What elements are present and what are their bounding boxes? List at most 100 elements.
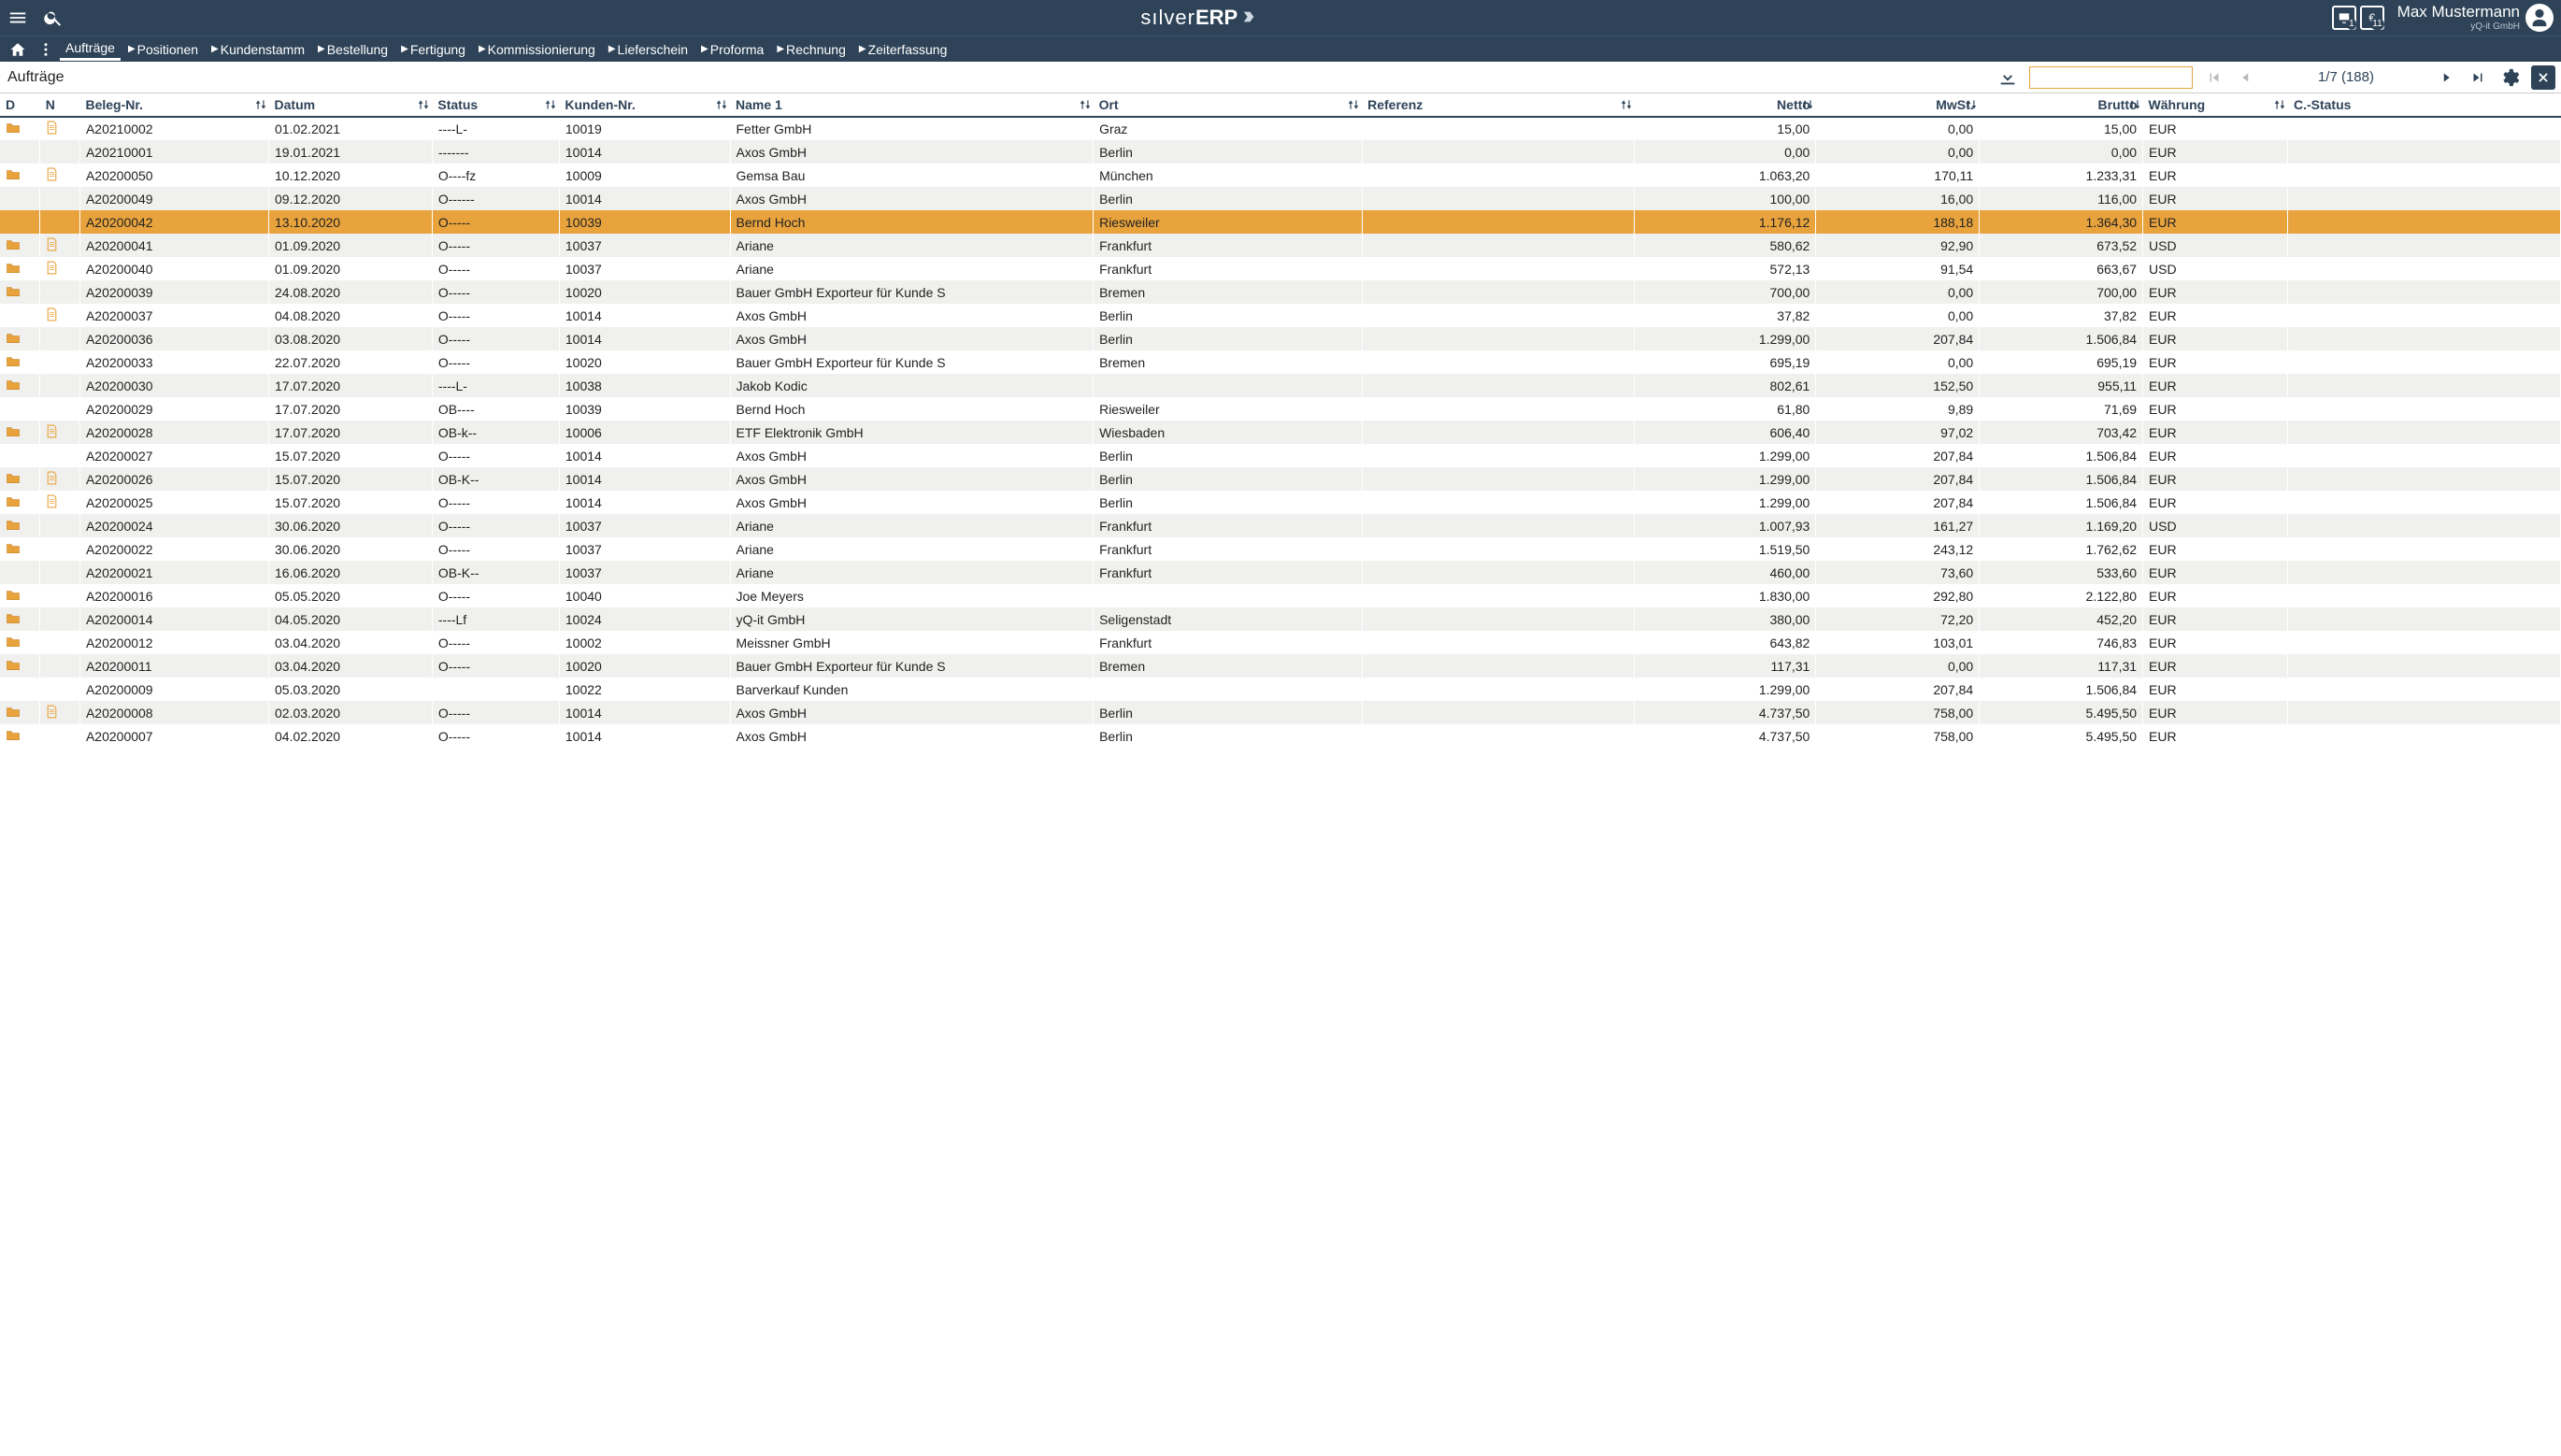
cell-d [0,304,40,327]
cell-n [40,561,80,584]
column-header-brutto[interactable]: Brutto [1980,93,2143,117]
more-vertical-icon [37,41,54,58]
breadcrumb-label: Rechnung [786,42,846,57]
table-row[interactable]: A2020000704.02.2020O-----10014Axos GmbHB… [0,724,2561,748]
column-header-beleg[interactable]: Beleg-Nr. [79,93,268,117]
table-row[interactable]: A2020001404.05.2020----Lf10024yQ-it GmbH… [0,607,2561,631]
badge-screen[interactable]: 1 [2332,6,2356,30]
cell-referenz [1362,514,1634,537]
table-row[interactable]: A2020004101.09.2020O-----10037ArianeFran… [0,234,2561,257]
search-button[interactable] [36,0,71,36]
column-header-status[interactable]: Status [432,93,559,117]
column-header-netto[interactable]: Netto [1635,93,1816,117]
cell-ort: Berlin [1094,140,1363,164]
prev-page-button[interactable] [2230,62,2262,93]
cell-brutto: 1.506,84 [1980,467,2143,491]
table-row[interactable]: A2020003924.08.2020O-----10020Bauer GmbH… [0,280,2561,304]
cell-mwst: 16,00 [1816,187,1980,210]
table-container[interactable]: DNBeleg-Nr.DatumStatusKunden-Nr.Name 1Or… [0,93,2561,1456]
breadcrumb-item[interactable]: ▶Proforma [695,39,769,60]
cell-cstatus [2288,654,2561,678]
first-page-button[interactable] [2198,62,2230,93]
table-row[interactable]: A2020004909.12.2020O------10014Axos GmbH… [0,187,2561,210]
table-row[interactable]: A2020002515.07.2020O-----10014Axos GmbHB… [0,491,2561,514]
cell-status: O----fz [432,164,559,187]
column-header-wahrung[interactable]: Währung [2143,93,2288,117]
breadcrumb-item[interactable]: ▶Kundenstamm [206,39,310,60]
table-row[interactable]: A2020002615.07.2020OB-K--10014Axos GmbHB… [0,467,2561,491]
cell-datum: 30.06.2020 [269,514,433,537]
cell-n [40,514,80,537]
table-row[interactable]: A2020003603.08.2020O-----10014Axos GmbHB… [0,327,2561,350]
sort-icon [417,98,430,111]
cell-d [0,210,40,234]
table-row[interactable]: A2020003017.07.2020----L-10038Jakob Kodi… [0,374,2561,397]
table-row[interactable]: A2020001605.05.2020O-----10040Joe Meyers… [0,584,2561,607]
table-row[interactable]: A2020002230.06.2020O-----10037ArianeFran… [0,537,2561,561]
close-button[interactable] [2531,65,2555,90]
table-row[interactable]: A2020002715.07.2020O-----10014Axos GmbHB… [0,444,2561,467]
breadcrumb-item[interactable]: Aufträge [60,37,121,61]
next-page-button[interactable] [2430,62,2462,93]
cell-name1: Axos GmbH [730,327,1094,350]
folder-icon [6,378,21,392]
table-row[interactable]: A2020000802.03.2020O-----10014Axos GmbHB… [0,701,2561,724]
cell-brutto: 1.364,30 [1980,210,2143,234]
table-row[interactable]: A2021000201.02.2021----L-10019Fetter Gmb… [0,117,2561,140]
cell-netto: 1.299,00 [1635,444,1816,467]
column-header-kunden[interactable]: Kunden-Nr. [559,93,730,117]
cell-netto: 380,00 [1635,607,1816,631]
cell-cstatus [2288,724,2561,748]
table-row[interactable]: A2020004001.09.2020O-----10037ArianeFran… [0,257,2561,280]
last-page-button[interactable] [2462,62,2494,93]
breadcrumb-item[interactable]: ▶Fertigung [395,39,471,60]
cell-cstatus [2288,350,2561,374]
table-row[interactable]: A2020002917.07.2020OB----10039Bernd Hoch… [0,397,2561,421]
cell-datum: 17.07.2020 [269,421,433,444]
column-header-referenz[interactable]: Referenz [1362,93,1634,117]
cell-wahrung: EUR [2143,210,2288,234]
home-button[interactable] [4,41,32,58]
table-row[interactable]: A2020005010.12.2020O----fz10009Gemsa Bau… [0,164,2561,187]
more-button[interactable] [32,41,60,58]
cell-cstatus [2288,678,2561,701]
breadcrumb-item[interactable]: ▶Rechnung [771,39,851,60]
table-row[interactable]: A2020001203.04.2020O-----10002Meissner G… [0,631,2561,654]
table-row[interactable]: A2020002116.06.2020OB-K--10037ArianeFran… [0,561,2561,584]
chevron-left-icon [2238,69,2254,86]
cell-brutto: 1.506,84 [1980,327,2143,350]
table-row[interactable]: A2021000119.01.2021-------10014Axos GmbH… [0,140,2561,164]
column-header-n[interactable]: N [40,93,80,117]
column-header-datum[interactable]: Datum [269,93,433,117]
table-row[interactable]: A2020000905.03.202010022Barverkauf Kunde… [0,678,2561,701]
breadcrumb-item[interactable]: ▶Bestellung [312,39,393,60]
cell-referenz [1362,327,1634,350]
table-row[interactable]: A2020003322.07.2020O-----10020Bauer GmbH… [0,350,2561,374]
search-input[interactable] [2029,66,2193,89]
column-header-ort[interactable]: Ort [1094,93,1363,117]
table-row[interactable]: A2020001103.04.2020O-----10020Bauer GmbH… [0,654,2561,678]
menu-button[interactable] [0,0,36,36]
download-button[interactable] [1992,62,2024,93]
cell-name1: Meissner GmbH [730,631,1094,654]
breadcrumb-item[interactable]: ▶Kommissionierung [473,39,601,60]
column-header-mwst[interactable]: MwSt. [1816,93,1980,117]
folder-icon [6,238,21,251]
badge-currency[interactable]: € 11 [2360,6,2384,30]
table-row[interactable]: A2020004213.10.2020O-----10039Bernd Hoch… [0,210,2561,234]
column-header-cstatus[interactable]: C.-Status [2288,93,2561,117]
table-row[interactable]: A2020002817.07.2020OB-k--10006ETF Elektr… [0,421,2561,444]
column-header-name1[interactable]: Name 1 [730,93,1094,117]
document-icon [46,167,61,180]
user-menu[interactable]: Max Mustermann yQ-it GmbH [2390,0,2561,36]
cell-name1: Bernd Hoch [730,397,1094,421]
settings-button[interactable] [2494,62,2525,93]
breadcrumb-item[interactable]: ▶Positionen [122,39,204,60]
cell-n [40,607,80,631]
cell-referenz [1362,561,1634,584]
breadcrumb-item[interactable]: ▶Zeiterfassung [853,39,953,60]
table-row[interactable]: A2020003704.08.2020O-----10014Axos GmbHB… [0,304,2561,327]
table-row[interactable]: A2020002430.06.2020O-----10037ArianeFran… [0,514,2561,537]
column-header-d[interactable]: D [0,93,40,117]
breadcrumb-item[interactable]: ▶Lieferschein [603,39,694,60]
